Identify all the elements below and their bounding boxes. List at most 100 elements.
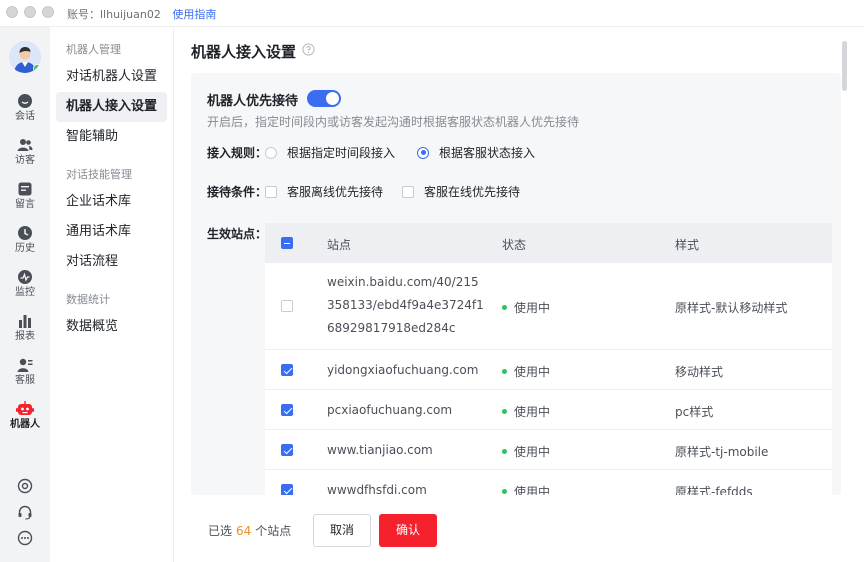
table-row[interactable]: weixin.baidu.com/40/215 358133/ebd4f9a4e… bbox=[265, 263, 832, 350]
rail-item-agent[interactable]: 客服 bbox=[0, 357, 50, 397]
nav-group-robot-management: 机器人管理 bbox=[66, 43, 121, 56]
scrollbar[interactable] bbox=[842, 41, 847, 91]
visitors-icon bbox=[17, 139, 33, 151]
table-row[interactable]: pcxiaofuchuang.com 使用中 pc样式 bbox=[265, 390, 832, 430]
row-checkbox[interactable] bbox=[281, 404, 293, 416]
select-all-checkbox[interactable] bbox=[281, 237, 293, 249]
style-cell: 原样式-默认移动样式 bbox=[675, 301, 788, 315]
help-icon[interactable] bbox=[302, 43, 315, 56]
status-dot bbox=[502, 305, 507, 310]
selected-prefix: 已选 bbox=[208, 524, 233, 538]
table-row[interactable]: yidongxiaofuchuang.com 使用中 移动样式 bbox=[265, 350, 832, 390]
confirm-button[interactable]: 确认 bbox=[379, 514, 437, 547]
rail-item-message[interactable]: 留言 bbox=[0, 181, 50, 221]
status-text: 使用中 bbox=[514, 405, 551, 419]
icon-rail: 会话 访客 留言 历史 监控 报表 客服 机器人 bbox=[0, 27, 50, 562]
account-info: 账号：llhuijuan02 使用指南 bbox=[67, 6, 216, 22]
guide-link[interactable]: 使用指南 bbox=[172, 8, 216, 21]
rail-label-agent: 客服 bbox=[15, 375, 35, 386]
style-cell: 原样式-fefdds bbox=[675, 485, 753, 495]
style-cell: pc样式 bbox=[675, 405, 714, 419]
cancel-button[interactable]: 取消 bbox=[313, 514, 371, 547]
condition-option-offline-label: 客服离线优先接待 bbox=[287, 185, 384, 199]
settings-icon[interactable] bbox=[17, 478, 33, 494]
nav-group-dialog-skills: 对话技能管理 bbox=[66, 168, 132, 181]
selected-count: 已选 64 个站点 bbox=[208, 522, 291, 539]
nav-item-dialog-flow[interactable]: 对话流程 bbox=[56, 247, 167, 277]
rail-label-report: 报表 bbox=[15, 331, 35, 342]
nav-item-robot-access-settings[interactable]: 机器人接入设置 bbox=[56, 92, 167, 122]
window-minimize-button[interactable] bbox=[24, 6, 36, 18]
status-dot bbox=[502, 489, 507, 494]
col-site: 站点 bbox=[327, 238, 352, 252]
headset-icon[interactable] bbox=[17, 504, 33, 520]
account-label: 账号：llhuijuan02 bbox=[67, 8, 161, 21]
condition-option-offline[interactable]: 客服离线优先接待 bbox=[265, 183, 383, 200]
rule-option-status[interactable]: 根据客服状态接入 bbox=[417, 144, 535, 161]
main-content: 机器人接入设置 机器人优先接待 开启后，指定时间段内或访客发起沟通时根据客服状态… bbox=[175, 27, 864, 562]
table-row[interactable]: www.tianjiao.com 使用中 原样式-tj-mobile bbox=[265, 430, 832, 470]
rail-item-robot[interactable]: 机器人 bbox=[0, 401, 50, 441]
window-close-button[interactable] bbox=[6, 6, 18, 18]
site-cell: weixin.baidu.com/40/215 358133/ebd4f9a4e… bbox=[327, 271, 484, 340]
robot-icon bbox=[16, 401, 34, 415]
status-cell: 使用中 bbox=[502, 403, 550, 420]
nav-item-dialog-robot-settings[interactable]: 对话机器人设置 bbox=[56, 62, 167, 92]
col-status: 状态 bbox=[502, 238, 527, 252]
title-bar: 账号：llhuijuan02 使用指南 bbox=[0, 0, 864, 27]
status-cell: 使用中 bbox=[502, 483, 550, 495]
monitor-icon bbox=[18, 270, 32, 284]
online-status-dot bbox=[33, 64, 41, 73]
site-line: weixin.baidu.com/40/215 bbox=[327, 275, 479, 289]
rule-option-time[interactable]: 根据指定时间段接入 bbox=[265, 144, 395, 161]
nav-item-data-overview[interactable]: 数据概览 bbox=[56, 312, 167, 342]
nav-item-enterprise-scripts[interactable]: 企业话术库 bbox=[56, 187, 167, 217]
row-checkbox[interactable] bbox=[281, 300, 293, 312]
rail-label-message: 留言 bbox=[15, 199, 35, 210]
rail-item-report[interactable]: 报表 bbox=[0, 313, 50, 353]
priority-toggle[interactable] bbox=[307, 90, 341, 107]
rail-label-robot: 机器人 bbox=[10, 419, 40, 430]
history-icon bbox=[18, 226, 32, 240]
nav-item-general-scripts[interactable]: 通用话术库 bbox=[56, 217, 167, 247]
window-zoom-button[interactable] bbox=[42, 6, 54, 18]
status-dot bbox=[502, 449, 507, 454]
rail-label-chat: 会话 bbox=[15, 111, 35, 122]
condition-option-online[interactable]: 客服在线优先接待 bbox=[402, 183, 520, 200]
sites-table: 站点 状态 样式 weixin.baidu.com/40/215 358133/… bbox=[265, 223, 832, 495]
row-checkbox[interactable] bbox=[281, 484, 293, 495]
radio-rule-status[interactable] bbox=[417, 146, 429, 159]
nav-item-smart-assist[interactable]: 智能辅助 bbox=[56, 122, 167, 152]
site-line: 68929817918ed284c bbox=[327, 321, 456, 335]
checkbox-condition-online[interactable] bbox=[402, 185, 414, 198]
condition-label: 接待条件： bbox=[207, 185, 268, 199]
avatar[interactable] bbox=[9, 41, 41, 73]
table-header: 站点 状态 样式 bbox=[265, 223, 832, 263]
checkbox-condition-offline[interactable] bbox=[265, 185, 277, 198]
table-row[interactable]: wwwdfhsfdi.com 使用中 原样式-fefdds bbox=[265, 470, 832, 495]
sites-label: 生效站点： bbox=[207, 227, 268, 241]
rail-item-chat[interactable]: 会话 bbox=[0, 93, 50, 133]
report-icon bbox=[19, 315, 31, 328]
status-cell: 使用中 bbox=[502, 363, 550, 380]
message-icon bbox=[18, 182, 32, 196]
rail-item-history[interactable]: 历史 bbox=[0, 225, 50, 265]
rail-item-visitors[interactable]: 访客 bbox=[0, 137, 50, 177]
site-cell: wwwdfhsfdi.com bbox=[327, 483, 427, 495]
footer-bar: 已选 64 个站点 取消 确认 bbox=[175, 495, 864, 562]
status-cell: 使用中 bbox=[502, 443, 550, 460]
status-text: 使用中 bbox=[514, 445, 551, 459]
site-cell: pcxiaofuchuang.com bbox=[327, 403, 453, 417]
site-cell: www.tianjiao.com bbox=[327, 443, 433, 457]
priority-title: 机器人优先接待 bbox=[207, 94, 299, 109]
status-dot bbox=[502, 409, 507, 414]
priority-description: 开启后，指定时间段内或访客发起沟通时根据客服状态机器人优先接待 bbox=[207, 115, 580, 129]
rail-item-monitor[interactable]: 监控 bbox=[0, 269, 50, 309]
more-icon[interactable] bbox=[17, 530, 33, 546]
row-checkbox[interactable] bbox=[281, 444, 293, 456]
radio-rule-time[interactable] bbox=[265, 146, 277, 159]
row-checkbox[interactable] bbox=[281, 364, 293, 376]
condition-option-online-label: 客服在线优先接待 bbox=[424, 185, 521, 199]
status-text: 使用中 bbox=[514, 485, 551, 495]
status-text: 使用中 bbox=[514, 301, 551, 315]
